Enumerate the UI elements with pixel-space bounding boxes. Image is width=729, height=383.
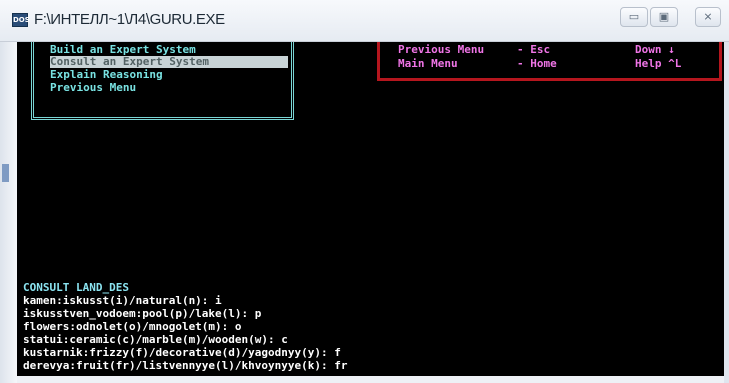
expert-system-menu: Build an Expert System Consult an Expert… — [31, 42, 294, 120]
app-window: DOS F:\ИНТЕЛЛ~1\Л4\GURU.EXE ▭ ▣ ⨯ Build … — [0, 0, 729, 383]
menu-item-consult-expert-system[interactable]: Consult an Expert System — [50, 56, 288, 68]
help-main-menu-label: Main Menu — [398, 57, 458, 70]
shortcut-help-panel: Previous Menu - Esc Down ↓ Main Menu - H… — [377, 42, 722, 81]
left-edge-marker — [2, 164, 9, 182]
console-line: derevya:fruit(fr)/listvennyye(l)/khvoyny… — [23, 359, 348, 372]
help-down-key: Down ↓ — [635, 43, 675, 56]
minimize-button[interactable]: ▭ — [620, 7, 648, 27]
title-bar[interactable]: DOS F:\ИНТЕЛЛ~1\Л4\GURU.EXE ▭ ▣ ⨯ — [0, 0, 729, 42]
left-window-edge — [0, 42, 17, 383]
menu-item-previous-menu[interactable]: Previous Menu — [50, 82, 288, 94]
dos-app-icon[interactable]: DOS — [12, 13, 30, 27]
console-line: kustarnik:frizzy(f)/decorative(d)/yagodn… — [23, 346, 341, 359]
help-shortcut-key: Help ^L — [635, 57, 682, 70]
close-button[interactable]: ⨯ — [695, 7, 721, 27]
help-escape-key: - Esc — [517, 43, 551, 56]
help-previous-menu-label: Previous Menu — [398, 43, 485, 56]
window-title: F:\ИНТЕЛЛ~1\Л4\GURU.EXE — [34, 11, 225, 28]
consult-title: CONSULT LAND_DES — [23, 281, 129, 294]
right-window-edge — [724, 42, 729, 383]
console-line: statui:ceramic(c)/marble(m)/wooden(w): c — [23, 333, 288, 346]
dos-console[interactable]: Build an Expert System Consult an Expert… — [17, 42, 724, 376]
console-line: kamen:iskusst(i)/natural(n): i — [23, 294, 222, 307]
bottom-window-edge — [17, 376, 724, 383]
console-line: iskusstven_vodoem:pool(p)/lake(l): p — [23, 307, 262, 320]
menu-item-explain-reasoning[interactable]: Explain Reasoning — [50, 69, 288, 81]
maximize-button[interactable]: ▣ — [650, 7, 678, 27]
help-home-key: - Home — [517, 57, 557, 70]
console-line: flowers:odnolet(o)/mnogolet(m): o — [23, 320, 242, 333]
